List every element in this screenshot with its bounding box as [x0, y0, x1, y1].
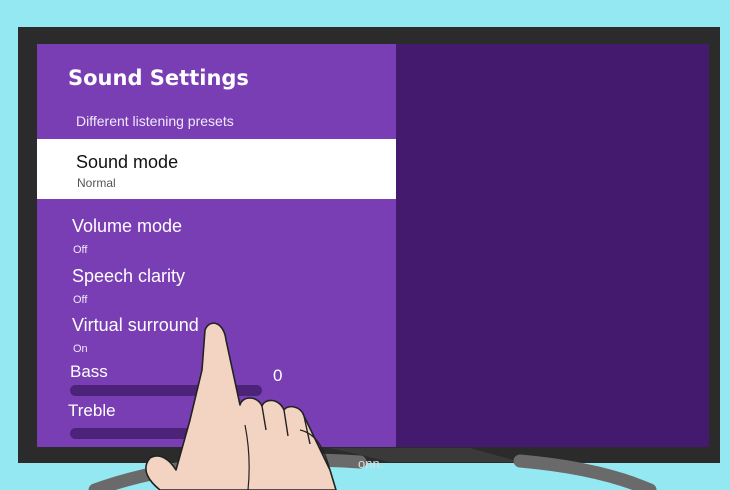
- page-title: Sound Settings: [68, 66, 249, 90]
- treble-label: Treble: [68, 401, 116, 420]
- bass-value: 0: [273, 366, 283, 385]
- menu-item-value: Off: [73, 244, 88, 256]
- menu-item-label: Sound mode: [76, 152, 179, 172]
- treble-slider[interactable]: [70, 428, 262, 439]
- menu-item-speech-clarity[interactable]: Speech clarity Off: [37, 262, 396, 308]
- menu-item-virtual-surround[interactable]: Virtual surround On: [37, 311, 396, 357]
- sound-settings-panel: Sound Settings Different listening prese…: [37, 44, 396, 447]
- bass-label: Bass: [70, 362, 108, 381]
- menu-item-label: Virtual surround: [72, 315, 199, 335]
- menu-item-sound-mode[interactable]: Sound mode Normal: [37, 139, 396, 199]
- menu-item-volume-mode[interactable]: Volume mode Off: [37, 212, 396, 258]
- page-subtitle: Different listening presets: [76, 113, 234, 129]
- tv-screen: Sound Settings Different listening prese…: [37, 44, 709, 447]
- menu-item-label: Volume mode: [72, 216, 183, 236]
- menu-item-label: Speech clarity: [72, 266, 186, 286]
- menu-item-value: Off: [73, 294, 88, 306]
- bass-slider[interactable]: [70, 385, 262, 396]
- menu-item-value: On: [73, 343, 88, 355]
- menu-item-value: Normal: [77, 176, 116, 190]
- tv-brand-logo: onn.: [358, 456, 384, 471]
